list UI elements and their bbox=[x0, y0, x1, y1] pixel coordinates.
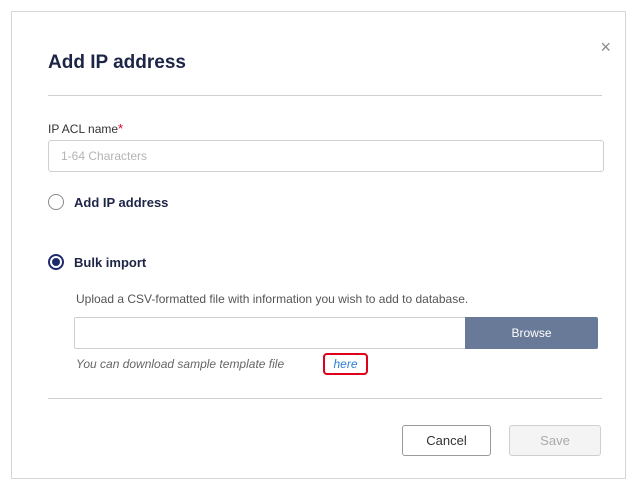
header-divider bbox=[48, 95, 602, 96]
radio-bulk-import[interactable]: Bulk import bbox=[48, 254, 146, 270]
add-ip-dialog: Add IP address × IP ACL name* Add IP add… bbox=[11, 11, 626, 479]
acl-name-label-text: IP ACL name bbox=[48, 122, 119, 136]
radio-add-ip-address[interactable]: Add IP address bbox=[48, 194, 168, 210]
acl-name-label: IP ACL name* bbox=[48, 121, 123, 136]
radio-add-ip-address-label: Add IP address bbox=[74, 194, 169, 210]
sample-template-link[interactable]: here bbox=[323, 353, 368, 375]
sample-template-text: You can download sample template file bbox=[76, 357, 285, 371]
dialog-title: Add IP address bbox=[48, 52, 186, 73]
save-button[interactable]: Save bbox=[509, 425, 601, 456]
cancel-button[interactable]: Cancel bbox=[402, 425, 491, 456]
close-icon[interactable]: × bbox=[600, 38, 611, 56]
required-mark: * bbox=[118, 121, 124, 136]
footer-divider bbox=[48, 398, 602, 399]
radio-checked-icon[interactable] bbox=[48, 254, 64, 270]
radio-bulk-import-label: Bulk import bbox=[74, 254, 147, 270]
file-picker: Browse bbox=[74, 317, 598, 349]
browse-button[interactable]: Browse bbox=[465, 317, 598, 349]
radio-unchecked-icon[interactable] bbox=[48, 194, 64, 210]
acl-name-input[interactable] bbox=[48, 140, 604, 172]
file-path-field[interactable] bbox=[74, 317, 465, 349]
upload-description: Upload a CSV-formatted file with informa… bbox=[76, 292, 469, 306]
